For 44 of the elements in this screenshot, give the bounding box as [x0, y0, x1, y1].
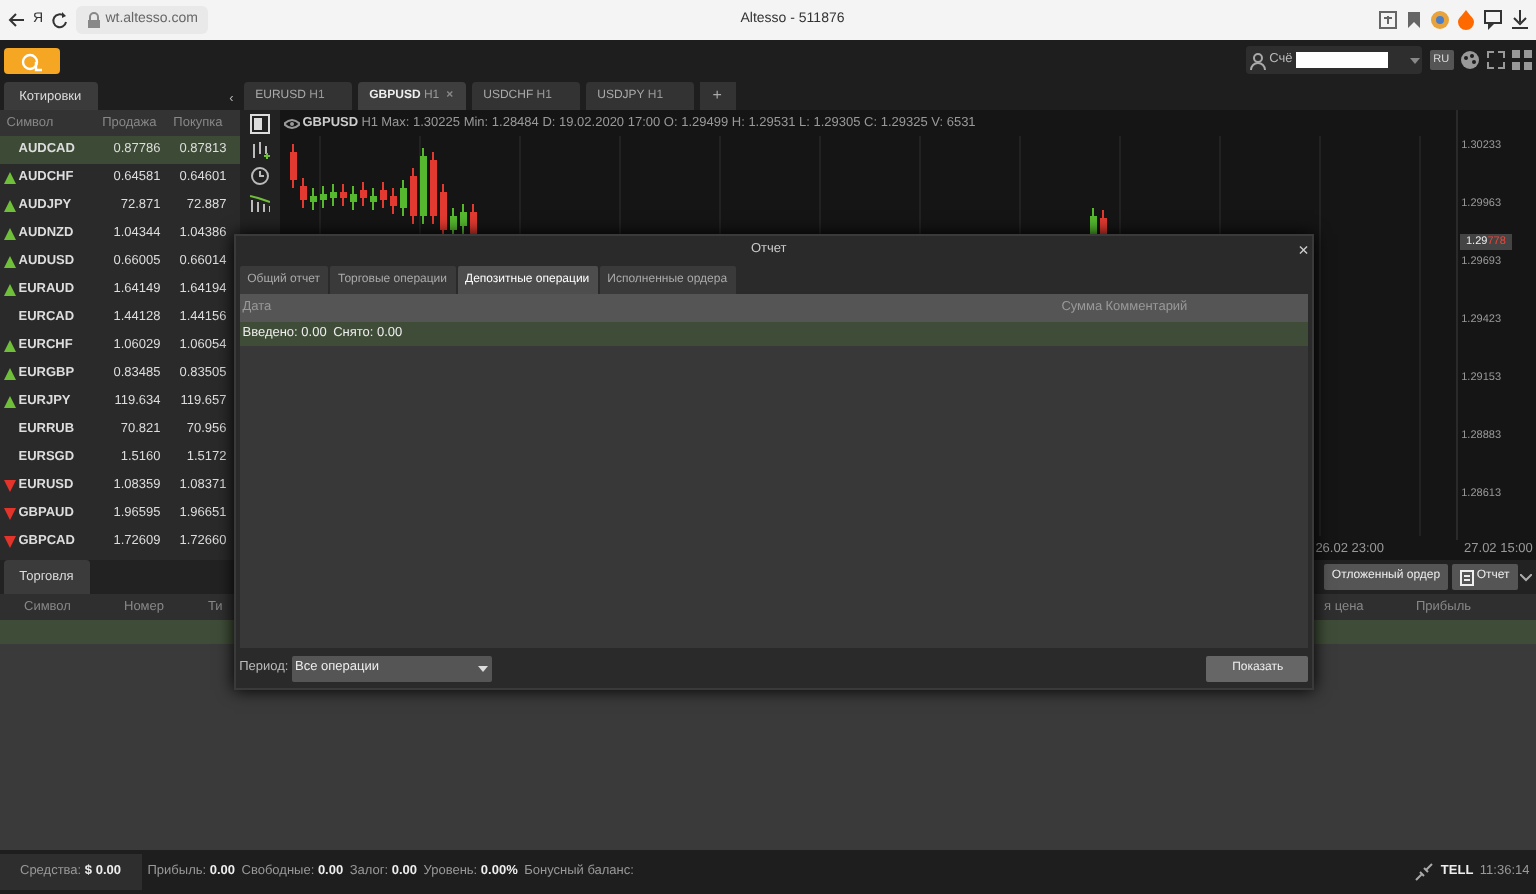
download-icon[interactable] — [1509, 10, 1530, 30]
candle — [450, 207, 457, 239]
indicator-add-icon[interactable] — [250, 139, 270, 160]
candle — [460, 203, 467, 235]
reload-icon[interactable] — [49, 10, 70, 30]
translate-icon[interactable] — [1377, 10, 1397, 30]
close-button[interactable]: × — [1298, 241, 1309, 259]
logo-icon[interactable] — [3, 47, 60, 73]
extension-icon[interactable] — [1430, 10, 1450, 30]
candle — [330, 183, 337, 207]
redaction-block — [1295, 52, 1388, 68]
eye-icon[interactable] — [283, 117, 300, 129]
candle — [390, 187, 397, 215]
fullscreen-icon[interactable] — [1486, 50, 1507, 70]
user-icon — [1250, 51, 1267, 69]
candle — [360, 181, 367, 207]
candle — [430, 151, 437, 225]
grid-icon[interactable] — [1512, 50, 1533, 70]
candle — [420, 147, 427, 225]
palette-icon[interactable] — [1459, 50, 1480, 70]
connection-icon — [1414, 862, 1435, 882]
candle — [310, 187, 317, 211]
candle — [400, 179, 407, 217]
candle — [380, 181, 387, 209]
candle — [290, 143, 297, 189]
bookmark-icon[interactable] — [1403, 10, 1424, 30]
back-icon[interactable] — [6, 10, 27, 30]
candle — [350, 185, 357, 211]
candle — [410, 167, 417, 225]
candle — [370, 187, 377, 211]
add-tab-button[interactable]: + — [699, 82, 736, 110]
candle — [320, 185, 327, 209]
candle — [440, 183, 447, 239]
report-icon — [1459, 569, 1474, 585]
chevron-icon[interactable] — [1520, 573, 1533, 581]
candle — [300, 177, 307, 209]
chat-icon[interactable] — [1483, 10, 1503, 30]
indicators-icon[interactable] — [250, 192, 270, 213]
lock-icon — [86, 11, 103, 29]
candle — [340, 183, 347, 207]
caret-icon — [1409, 57, 1420, 63]
clock-icon[interactable] — [250, 166, 270, 187]
caret-icon — [478, 665, 489, 671]
chart-type-icon[interactable] — [250, 113, 270, 134]
